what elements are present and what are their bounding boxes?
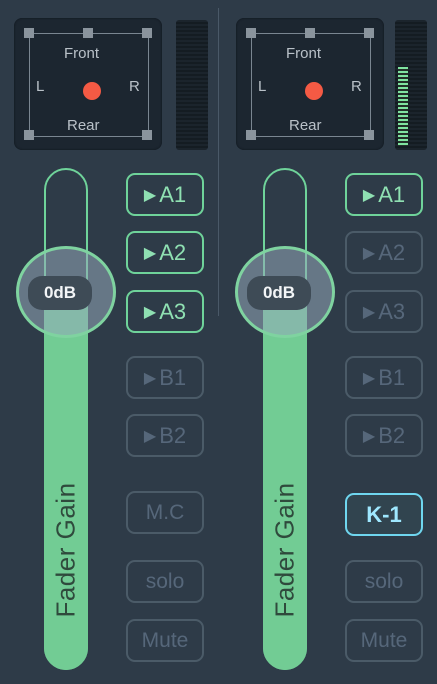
pan-corner-handle[interactable]	[246, 130, 256, 140]
pan-left-label: L	[258, 78, 267, 95]
meter-fill	[398, 67, 408, 146]
mixer-panel: Front Rear L R Fader Gain 0dB ▶ A1 ▶ A2 ▶ A…	[0, 0, 437, 684]
mute-button[interactable]: Mute	[345, 619, 423, 662]
pan-corner-handle[interactable]	[24, 130, 34, 140]
bus-a2-button[interactable]: ▶ A2	[126, 231, 204, 274]
pan-corner-handle[interactable]	[364, 28, 374, 38]
pan-right-label: R	[129, 78, 140, 95]
play-triangle-icon: ▶	[143, 427, 157, 445]
bus-a1-button[interactable]: ▶ A1	[126, 173, 204, 216]
play-triangle-icon: ▶	[143, 244, 157, 262]
pan-position-dot[interactable]	[305, 82, 323, 100]
channel-strip-2: Front Rear L R Fader Gain 0dB ▶ A1 ▶ A2 ▶ A…	[219, 0, 437, 684]
pan-rear-label: Rear	[289, 117, 322, 134]
pan-edge-handle[interactable]	[305, 28, 315, 38]
fader-gain-label: Fader Gain	[50, 482, 81, 618]
bus-b2-button[interactable]: ▶ B2	[126, 414, 204, 457]
play-triangle-icon: ▶	[362, 303, 376, 321]
play-triangle-icon: ▶	[362, 427, 376, 445]
pan-corner-handle[interactable]	[142, 130, 152, 140]
pan-front-label: Front	[286, 45, 322, 62]
play-triangle-icon: ▶	[143, 303, 157, 321]
fader-value-badge: 0dB	[28, 276, 92, 310]
level-meter	[395, 20, 427, 150]
fader-value-badge: 0dB	[247, 276, 311, 310]
pan-corner-handle[interactable]	[142, 28, 152, 38]
play-triangle-icon: ▶	[362, 186, 376, 204]
play-triangle-icon: ▶	[143, 369, 157, 387]
karaoke-button[interactable]: K-1	[345, 493, 423, 536]
bus-b1-button[interactable]: ▶ B1	[126, 356, 204, 399]
pan-corner-handle[interactable]	[364, 130, 374, 140]
pan-right-label: R	[351, 78, 362, 95]
play-triangle-icon: ▶	[143, 186, 157, 204]
play-triangle-icon: ▶	[362, 369, 376, 387]
bus-b1-button[interactable]: ▶ B1	[345, 356, 423, 399]
level-meter	[176, 20, 208, 150]
mono-button[interactable]: M.C	[126, 491, 204, 534]
pan-control[interactable]: Front Rear L R	[236, 18, 384, 150]
pan-position-dot[interactable]	[83, 82, 101, 100]
pan-corner-handle[interactable]	[246, 28, 256, 38]
pan-corner-handle[interactable]	[24, 28, 34, 38]
channel-strip-1: Front Rear L R Fader Gain 0dB ▶ A1 ▶ A2 ▶ A…	[0, 0, 218, 684]
solo-button[interactable]: solo	[126, 560, 204, 603]
pan-control[interactable]: Front Rear L R	[14, 18, 162, 150]
bus-a1-button[interactable]: ▶ A1	[345, 173, 423, 216]
mute-button[interactable]: Mute	[126, 619, 204, 662]
pan-front-label: Front	[64, 45, 100, 62]
bus-a3-button[interactable]: ▶ A3	[345, 290, 423, 333]
bus-a2-button[interactable]: ▶ A2	[345, 231, 423, 274]
bus-a3-button[interactable]: ▶ A3	[126, 290, 204, 333]
pan-left-label: L	[36, 78, 45, 95]
solo-button[interactable]: solo	[345, 560, 423, 603]
bus-b2-button[interactable]: ▶ B2	[345, 414, 423, 457]
pan-edge-handle[interactable]	[83, 28, 93, 38]
fader-gain-label: Fader Gain	[269, 482, 300, 618]
play-triangle-icon: ▶	[362, 244, 376, 262]
pan-rear-label: Rear	[67, 117, 100, 134]
